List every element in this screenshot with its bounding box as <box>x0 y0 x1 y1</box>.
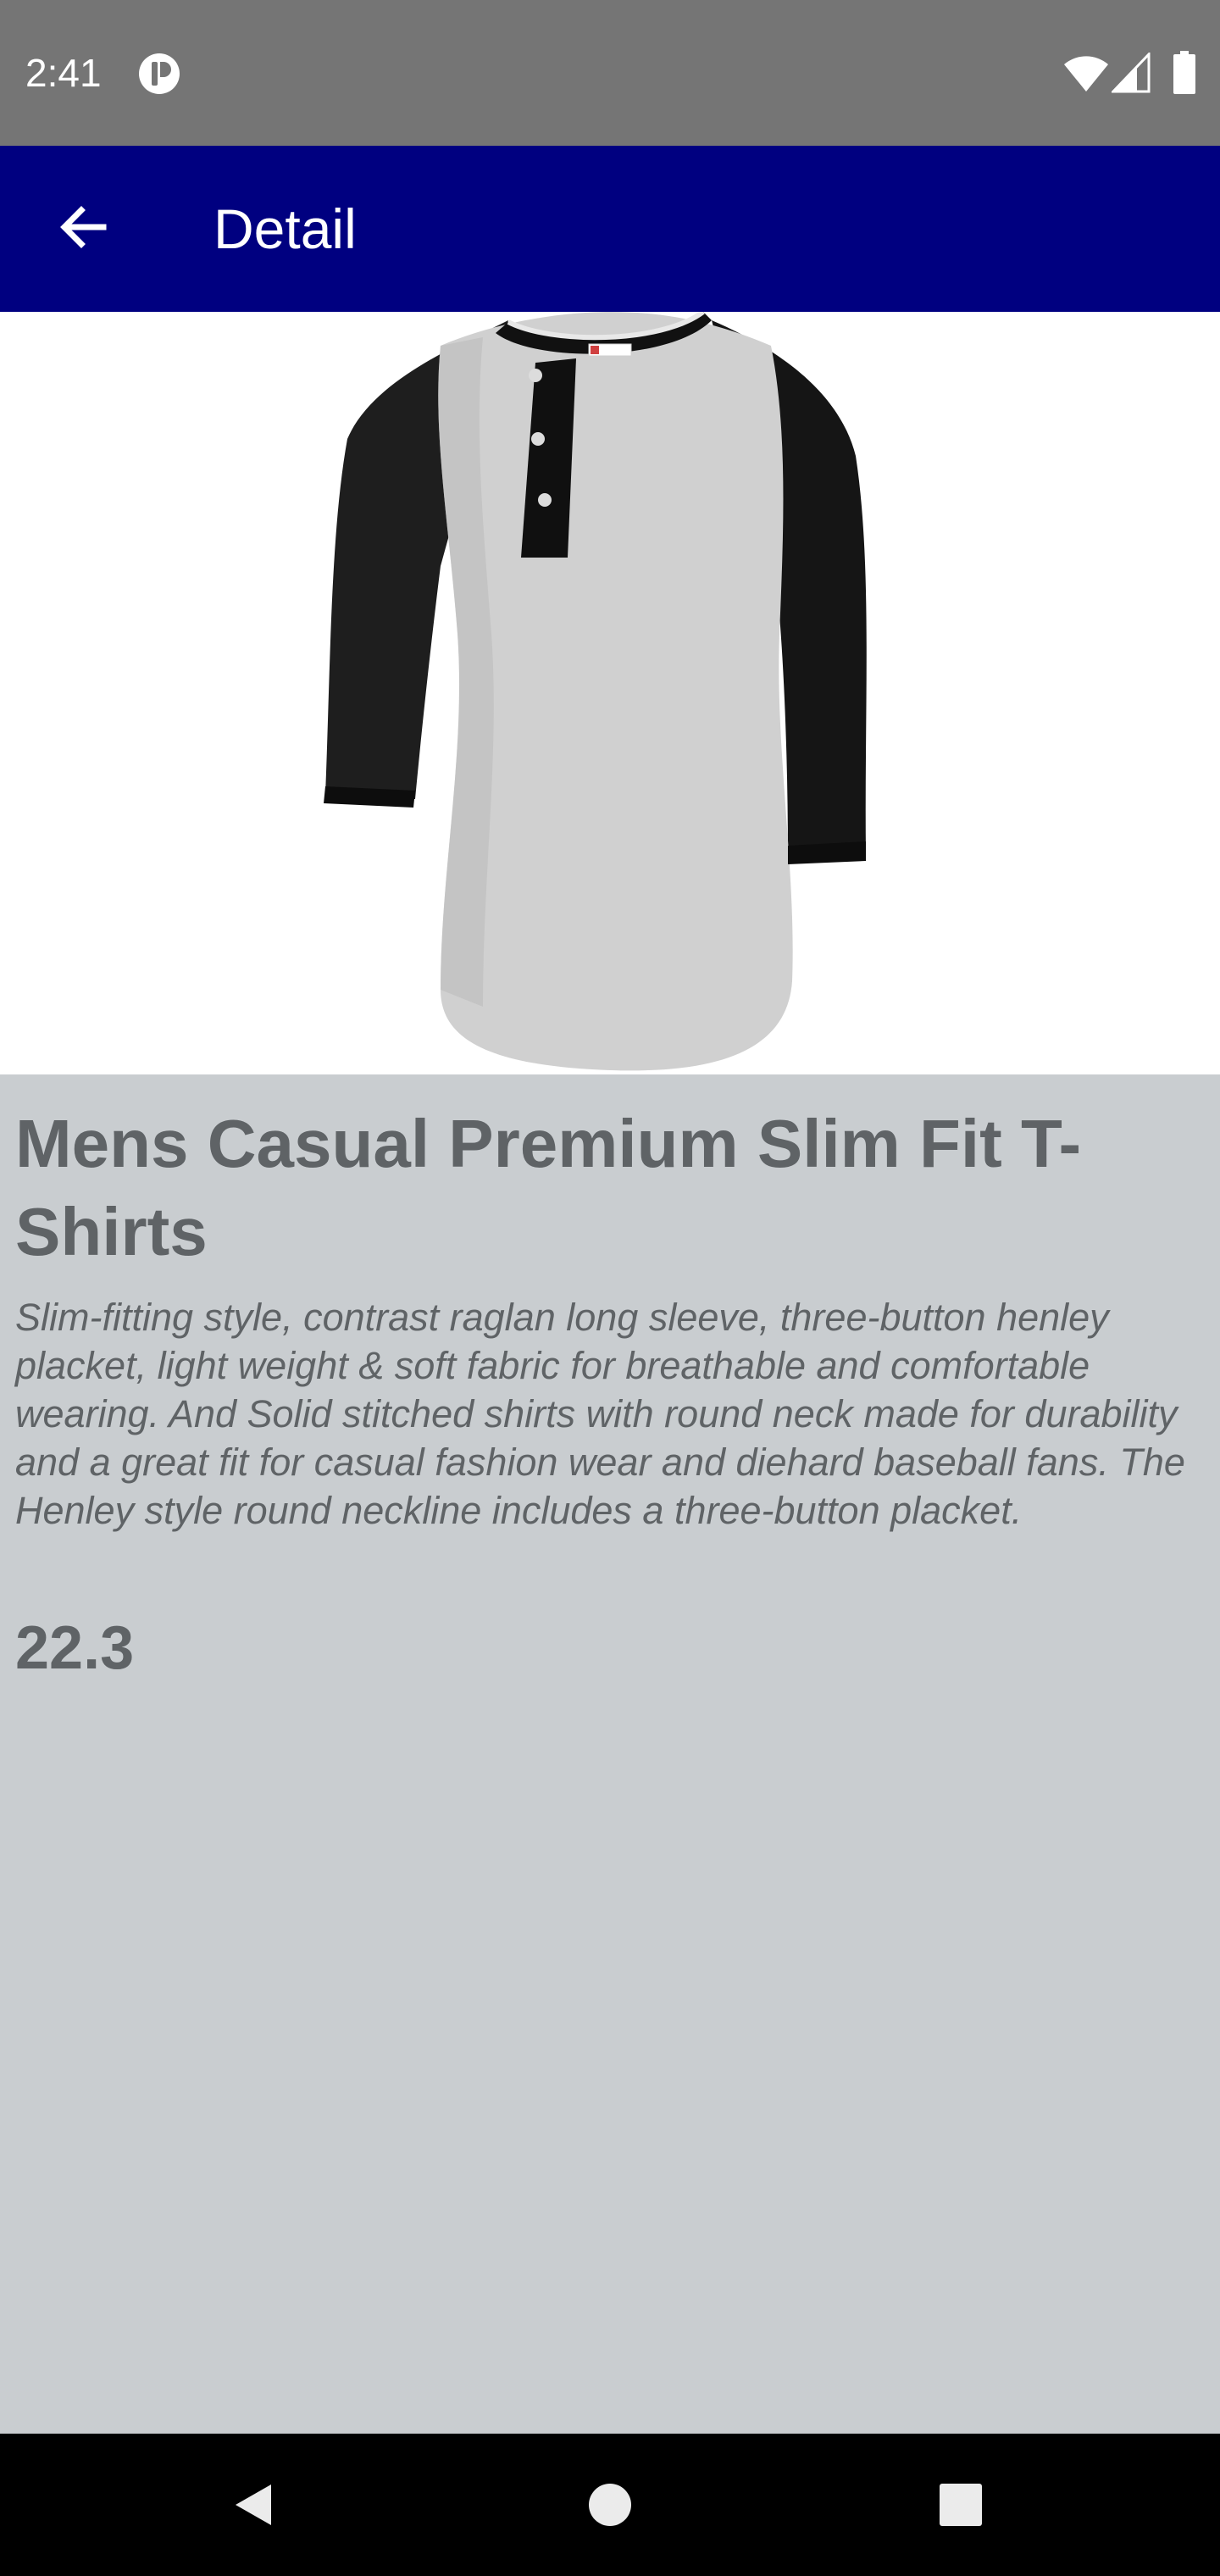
product-image <box>324 312 867 1071</box>
app-bar: Detail <box>0 146 1220 312</box>
product-description: Slim-fitting style, contrast raglan long… <box>15 1296 1185 1532</box>
status-bar: 2:41 <box>0 0 1220 146</box>
app-notification-icon <box>139 53 180 94</box>
nav-recents-icon <box>940 2484 982 2526</box>
back-button[interactable] <box>42 186 124 268</box>
nav-recents-button[interactable] <box>918 2462 1003 2547</box>
nav-home-button[interactable] <box>568 2462 652 2547</box>
product-price: 22.3 <box>15 1614 135 1682</box>
nav-back-icon <box>236 2484 271 2525</box>
product-details: Mens Casual Premium Slim Fit T-Shirts Sl… <box>0 1074 1220 2434</box>
nav-back-button[interactable] <box>212 2462 297 2547</box>
battery-icon <box>1173 51 1195 94</box>
screen: 2:41 Detail Mens Casual Premium Slim Fit… <box>0 0 1220 2576</box>
arrow-back-icon <box>60 206 107 248</box>
navigation-bar <box>0 2434 1220 2576</box>
status-time: 2:41 <box>25 51 102 95</box>
product-title: Mens Casual Premium Slim Fit T-Shirts <box>15 1106 1082 1269</box>
page-title: Detail <box>214 197 357 260</box>
cellular-signal-icon <box>1112 53 1151 93</box>
product-image-area <box>0 312 1220 1074</box>
nav-home-icon <box>589 2484 631 2526</box>
wifi-icon <box>1064 56 1108 92</box>
